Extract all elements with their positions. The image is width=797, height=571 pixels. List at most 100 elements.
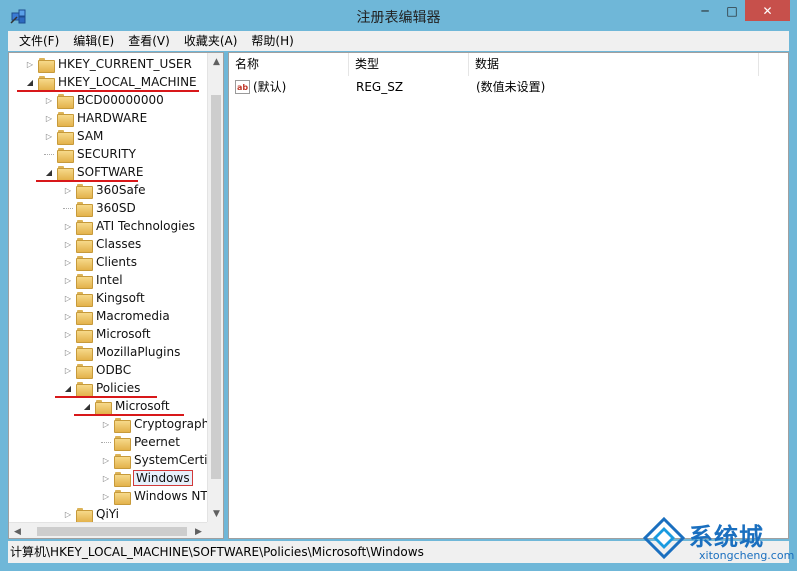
watermark-url: xitongcheng.com	[699, 549, 795, 562]
value-row[interactable]: ab (默认) REG_SZ (数值未设置)	[229, 77, 788, 97]
tree-item-label: Peernet	[134, 435, 180, 449]
collapse-arrow-icon[interactable]: ◢	[25, 77, 35, 87]
folder-icon	[57, 147, 74, 163]
tree-vertical-scrollbar[interactable]: ▲ ▼	[207, 53, 223, 522]
tree-item-label: Intel	[96, 273, 123, 287]
tree-item[interactable]: ◢ HKEY_LOCAL_MACHINE	[25, 73, 197, 91]
expand-arrow-icon[interactable]: ▷	[63, 509, 73, 519]
key-tree-pane[interactable]: ▷ HKEY_CURRENT_USER ◢ HKEY_LOCAL_MACHINE ▷ BC…	[8, 52, 224, 539]
tree-item[interactable]: 360SD	[63, 199, 136, 217]
tree-item[interactable]: ▷ ATI Technologies	[63, 217, 195, 235]
tree-item[interactable]: ▷ HARDWARE	[44, 109, 147, 127]
folder-icon	[38, 57, 55, 73]
folder-icon	[57, 129, 74, 145]
menu-edit[interactable]: 编辑(E)	[66, 31, 121, 51]
expand-arrow-icon[interactable]: ▷	[44, 131, 54, 141]
menu-help[interactable]: 帮助(H)	[244, 31, 300, 51]
tree-item[interactable]: ◢ SOFTWARE	[44, 163, 143, 181]
folder-icon	[38, 75, 55, 91]
values-list-pane[interactable]: 名称 类型 数据 ab (默认) REG_SZ (数值未设置)	[228, 52, 789, 539]
expand-arrow-icon[interactable]: ▷	[101, 473, 111, 483]
scroll-down-arrow-icon[interactable]: ▼	[208, 505, 223, 522]
collapse-arrow-icon[interactable]: ◢	[63, 383, 73, 393]
expand-arrow-icon[interactable]: ▷	[101, 455, 111, 465]
tree-item[interactable]: ▷ SystemCertif	[101, 451, 212, 469]
tree-item[interactable]: ▷ BCD00000000	[44, 91, 164, 109]
tree-item[interactable]: ▷ QiYi	[63, 505, 119, 523]
tree-item-label: Microsoft	[96, 327, 151, 341]
expand-arrow-icon[interactable]: ▷	[101, 419, 111, 429]
tree-item[interactable]: ▷ MozillaPlugins	[63, 343, 180, 361]
tree-item-label: SystemCertif	[134, 453, 212, 467]
tree-item[interactable]: ▷ Classes	[63, 235, 141, 253]
expand-arrow-icon[interactable]: ▷	[63, 311, 73, 321]
value-name: (默认)	[253, 80, 287, 94]
column-header-name[interactable]: 名称	[229, 53, 349, 76]
tree-item[interactable]: ▷ SAM	[44, 127, 103, 145]
folder-icon	[76, 345, 93, 361]
maximize-button[interactable]: □	[719, 0, 745, 21]
close-button[interactable]: ✕	[745, 0, 790, 21]
tree-item-label: QiYi	[96, 507, 120, 521]
expand-arrow-icon[interactable]: ▷	[25, 59, 35, 69]
expand-arrow-icon[interactable]: ▷	[63, 239, 73, 249]
tree-item[interactable]: ▷ Intel	[63, 271, 123, 289]
tree-item[interactable]: ▷ ODBC	[63, 361, 131, 379]
collapse-arrow-icon[interactable]: ◢	[44, 167, 54, 177]
watermark-logo-icon	[643, 517, 685, 559]
tree-item[interactable]: SECURITY	[44, 145, 136, 163]
tree-item[interactable]: ▷ Cryptograph	[101, 415, 209, 433]
scroll-up-arrow-icon[interactable]: ▲	[208, 53, 223, 70]
tree-item-label: Windows	[133, 470, 193, 486]
expand-arrow-icon[interactable]: ▷	[63, 365, 73, 375]
tree-item[interactable]: ▷ Clients	[63, 253, 137, 271]
folder-icon	[114, 453, 131, 469]
tree-item[interactable]: ▷ 360Safe	[63, 181, 145, 199]
tree-horizontal-scrollbar[interactable]: ◀ ▶	[9, 522, 207, 538]
tree-item[interactable]: ▷ Windows	[101, 469, 193, 487]
menu-favorites[interactable]: 收藏夹(A)	[177, 31, 245, 51]
hscroll-thumb[interactable]	[37, 527, 187, 536]
window-title: 注册表编辑器	[356, 10, 441, 26]
tree-item[interactable]: ▷ HKEY_CURRENT_USER	[25, 55, 192, 73]
collapse-arrow-icon[interactable]: ◢	[82, 401, 92, 411]
tree-item[interactable]: ▷ Kingsoft	[63, 289, 145, 307]
column-header-type[interactable]: 类型	[349, 53, 469, 76]
expand-arrow-icon[interactable]: ▷	[63, 221, 73, 231]
expand-arrow-icon[interactable]: ▷	[44, 113, 54, 123]
expand-arrow-icon[interactable]: ▷	[63, 347, 73, 357]
folder-icon	[76, 237, 93, 253]
registry-editor-window: 注册表编辑器 ─ □ ✕ 文件(F) 编辑(E) 查看(V) 收藏夹(A) 帮助…	[0, 0, 797, 571]
column-header-data[interactable]: 数据	[469, 53, 759, 76]
expand-arrow-icon[interactable]: ▷	[63, 329, 73, 339]
tree-item[interactable]: ▷ Windows NT	[101, 487, 208, 505]
expand-arrow-icon[interactable]: ▷	[101, 491, 111, 501]
folder-icon	[76, 183, 93, 199]
folder-icon	[76, 507, 93, 523]
expand-arrow-icon[interactable]: ▷	[63, 257, 73, 267]
menu-file[interactable]: 文件(F)	[12, 31, 66, 51]
tree-item[interactable]: ▷ Microsoft	[63, 325, 151, 343]
folder-icon	[57, 111, 74, 127]
minimize-button[interactable]: ─	[691, 0, 719, 21]
folder-icon	[76, 219, 93, 235]
folder-icon	[114, 417, 131, 433]
expand-arrow-icon[interactable]: ▷	[63, 185, 73, 195]
scroll-thumb[interactable]	[211, 95, 221, 479]
expand-arrow-icon[interactable]: ▷	[63, 293, 73, 303]
tree-item-label: Clients	[96, 255, 137, 269]
scroll-left-arrow-icon[interactable]: ◀	[9, 523, 26, 538]
tree-item-label: Microsoft	[115, 399, 170, 413]
tree-item[interactable]: ▷ Macromedia	[63, 307, 170, 325]
menu-bar: 文件(F) 编辑(E) 查看(V) 收藏夹(A) 帮助(H)	[8, 31, 789, 51]
folder-icon	[57, 93, 74, 109]
tree-item[interactable]: Peernet	[101, 433, 180, 451]
expand-arrow-icon[interactable]: ▷	[63, 275, 73, 285]
menu-view[interactable]: 查看(V)	[121, 31, 177, 51]
tree-item-label: Cryptograph	[134, 417, 210, 431]
tree-item[interactable]: ◢ Policies	[63, 379, 140, 397]
tree-item[interactable]: ◢ Microsoft	[82, 397, 170, 415]
tree-item-label: MozillaPlugins	[96, 345, 181, 359]
scroll-right-arrow-icon[interactable]: ▶	[190, 523, 207, 538]
expand-arrow-icon[interactable]: ▷	[44, 95, 54, 105]
